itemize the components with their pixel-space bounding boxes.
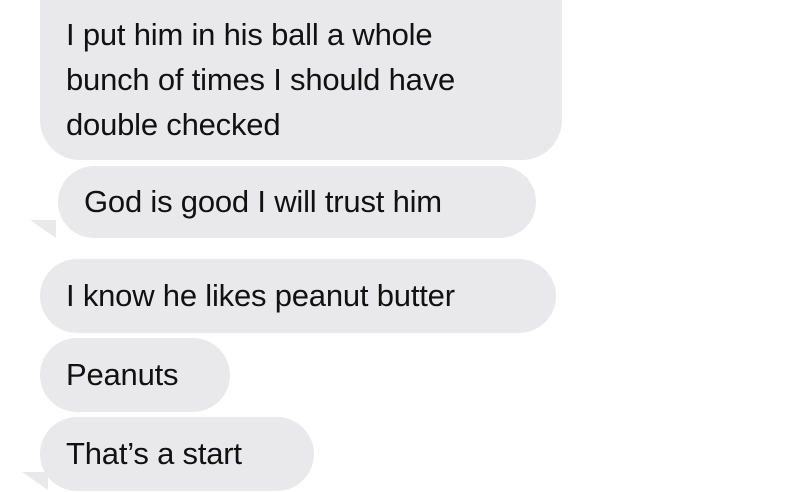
received-message-bubble[interactable]: Peanuts	[40, 338, 230, 412]
received-message-bubble[interactable]: I put him in his ball a whole bunch of t…	[40, 0, 562, 160]
message-thread: I put him in his ball a whole bunch of t…	[0, 0, 800, 492]
received-message-bubble[interactable]: God is good I will trust him	[58, 166, 536, 238]
message-text: God is good I will trust him	[84, 184, 442, 219]
message-text: Peanuts	[66, 357, 179, 392]
message-tail	[30, 220, 56, 238]
message-tail	[22, 472, 48, 490]
message-text: I know he likes peanut butter	[66, 278, 455, 313]
message-text: That’s a start	[66, 436, 242, 471]
message-text: I put him in his ball a whole bunch of t…	[66, 17, 456, 142]
received-message-bubble[interactable]: That’s a start	[40, 417, 314, 491]
received-message-bubble[interactable]: I know he likes peanut butter	[40, 259, 556, 333]
